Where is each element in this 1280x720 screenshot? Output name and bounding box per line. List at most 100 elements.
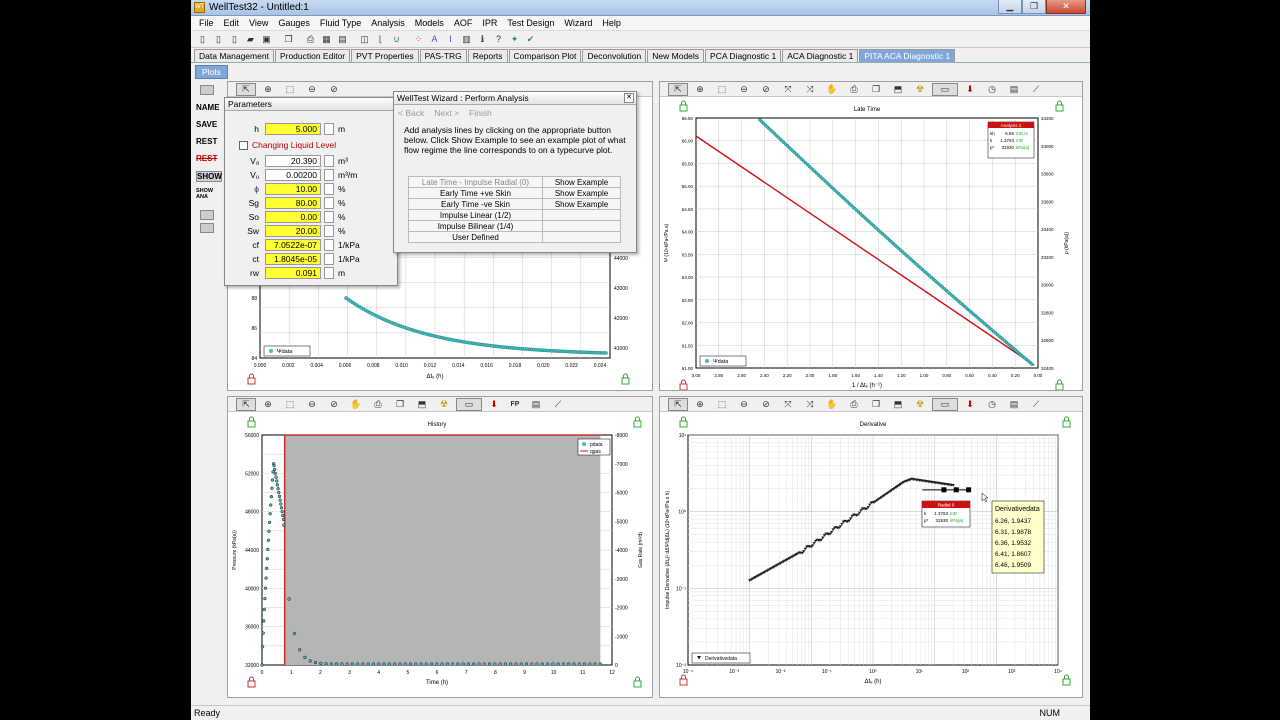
print-icon[interactable]: ⎙ [844, 398, 864, 411]
finish-button[interactable]: Finish [469, 108, 492, 118]
menu-edit[interactable]: Edit [219, 16, 245, 30]
copy-icon[interactable]: ❐ [281, 32, 296, 46]
print-icon[interactable]: ⎙ [303, 32, 318, 46]
maximize-icon[interactable]: ❐ [1022, 0, 1046, 14]
new-file-icon-2[interactable]: ▯ [211, 32, 226, 46]
pan-hand-icon[interactable]: ✋ [822, 398, 842, 411]
down-arrow-icon[interactable]: ⬇ [960, 83, 980, 96]
grid-icon[interactable]: ▤ [335, 32, 350, 46]
u-tube-icon[interactable]: ∪ [389, 32, 404, 46]
add-line-button[interactable]: User Defined [408, 231, 543, 243]
tab-data-management[interactable]: Data Management [194, 49, 274, 62]
menu-test-design[interactable]: Test Design [502, 16, 559, 30]
param-value-input[interactable]: 7.0522e-07 [265, 238, 321, 251]
printer-icon[interactable] [200, 210, 214, 220]
analysis-toggle-icon[interactable]: ▭ [932, 82, 958, 96]
show-analysis-button[interactable]: SHOW ANA [196, 188, 220, 200]
unit-dropdown[interactable] [324, 252, 334, 265]
chart-history[interactable]: History0 1 2 3 4 5 6 7 8 9 10 11 12Time (h)320003600… [228, 413, 652, 697]
copy-icon[interactable]: ❐ [390, 398, 410, 411]
menu-file[interactable]: File [194, 16, 219, 30]
unit-dropdown[interactable] [324, 122, 334, 135]
radiation-icon[interactable]: ☢ [910, 83, 930, 96]
fp-icon[interactable]: FP [506, 398, 524, 411]
menu-wizard[interactable]: Wizard [559, 16, 597, 30]
unit-dropdown[interactable] [324, 154, 334, 167]
show-button[interactable]: SHOW [196, 171, 222, 182]
param-value-input[interactable]: 0.091 [265, 266, 321, 279]
tab-pas-trg[interactable]: PAS-TRG [419, 49, 467, 62]
pointer-icon[interactable]: ⇱ [236, 397, 256, 411]
save-icon[interactable]: ▣ [259, 32, 274, 46]
pointer-icon[interactable]: ⇱ [236, 82, 256, 96]
gauge-icon[interactable]: ◫ [357, 32, 372, 46]
down-arrow-icon[interactable]: ⬇ [484, 398, 504, 411]
param-value-input[interactable]: 5.000 [265, 122, 321, 135]
table-icon[interactable]: ▤ [1004, 398, 1024, 411]
show-example-button[interactable]: Show Example [542, 198, 621, 210]
zoom-in-icon[interactable]: ⊕ [258, 398, 278, 411]
clipboard-icon[interactable] [200, 85, 214, 95]
tab-reports[interactable]: Reports [467, 49, 508, 62]
report-icon[interactable]: ▥ [459, 32, 474, 46]
pan-hand-icon[interactable]: ✋ [822, 83, 842, 96]
close-icon[interactable]: ✕ [624, 93, 634, 103]
new-file-icon-3[interactable]: ▯ [227, 32, 242, 46]
add-line-button[interactable]: Early Time +ve Skin [408, 187, 543, 199]
unit-dropdown[interactable] [324, 196, 334, 209]
next-button[interactable]: Next > [434, 108, 459, 118]
fit-points-icon[interactable]: ⤨ [800, 398, 820, 411]
restore-button[interactable]: REST [196, 137, 222, 146]
zoom-reset-icon[interactable]: ⊘ [756, 83, 776, 96]
menu-view[interactable]: View [244, 16, 273, 30]
clock-icon[interactable]: ◷ [982, 83, 1002, 96]
fit-line-icon[interactable]: ⤧ [778, 83, 798, 96]
print-icon[interactable]: ⎙ [368, 398, 388, 411]
pan-hand-icon[interactable]: ✋ [346, 398, 366, 411]
menu-gauges[interactable]: Gauges [273, 16, 315, 30]
zoom-in-icon[interactable]: ⊕ [258, 83, 278, 96]
changing-liquid-level-checkbox[interactable] [239, 140, 248, 150]
unit-dropdown[interactable] [324, 238, 334, 251]
zoom-reset-icon[interactable]: ⊘ [756, 398, 776, 411]
table-icon[interactable]: ▤ [1004, 83, 1024, 96]
menu-aof[interactable]: AOF [449, 16, 478, 30]
pointer-icon[interactable]: ⇱ [668, 82, 688, 96]
axes-icon[interactable]: ⟋ [548, 398, 568, 411]
pointer-icon[interactable]: ⇱ [668, 397, 688, 411]
unit-dropdown[interactable] [324, 168, 334, 181]
menu-fluid-type[interactable]: Fluid Type [315, 16, 366, 30]
param-value-input[interactable]: 20.00 [265, 224, 321, 237]
unit-dropdown[interactable] [324, 224, 334, 237]
analysis-toggle-icon[interactable]: ▭ [932, 397, 958, 411]
unit-dropdown[interactable] [324, 266, 334, 279]
tab-pita-aca-diagnostic-1[interactable]: PITA ACA Diagnostic 1 [859, 49, 956, 62]
fit-points-icon[interactable]: ⤨ [800, 83, 820, 96]
zoom-out-icon[interactable]: ⊖ [734, 398, 754, 411]
aof-icon[interactable]: A [427, 32, 442, 46]
param-value-input[interactable]: 1.8045e-05 [265, 252, 321, 265]
zoom-box-icon[interactable]: ⬚ [280, 398, 300, 411]
zoom-box-icon[interactable]: ⬚ [712, 83, 732, 96]
export-icon[interactable]: ⬒ [888, 398, 908, 411]
restore-disabled-button[interactable]: REST [196, 154, 222, 163]
add-line-button[interactable]: Early Time -ve Skin [408, 198, 543, 210]
tab-comparison-plot[interactable]: Comparison Plot [508, 49, 582, 62]
tab-production-editor[interactable]: Production Editor [274, 49, 351, 62]
pipe-icon[interactable]: ⌊ [373, 32, 388, 46]
copy-icon[interactable]: ❐ [866, 398, 886, 411]
export-icon[interactable]: ⬒ [888, 83, 908, 96]
zoom-out-icon[interactable]: ⊖ [302, 83, 322, 96]
new-file-icon[interactable]: ▯ [195, 32, 210, 46]
wizard-icon[interactable]: ✦ [507, 32, 522, 46]
save-button[interactable]: SAVE [196, 120, 222, 129]
menu-models[interactable]: Models [410, 16, 449, 30]
copy-icon[interactable]: ❐ [866, 83, 886, 96]
open-folder-icon[interactable]: ▰ [243, 32, 258, 46]
show-example-button[interactable]: Show Example [542, 187, 621, 199]
radiation-icon[interactable]: ☢ [910, 398, 930, 411]
axes-icon[interactable]: ⟋ [1026, 398, 1046, 411]
zoom-reset-icon[interactable]: ⊘ [324, 398, 344, 411]
add-line-button[interactable]: Late Time - Impulse Radial (0) [408, 176, 543, 188]
analysis-toggle-icon[interactable]: ▭ [456, 397, 482, 411]
